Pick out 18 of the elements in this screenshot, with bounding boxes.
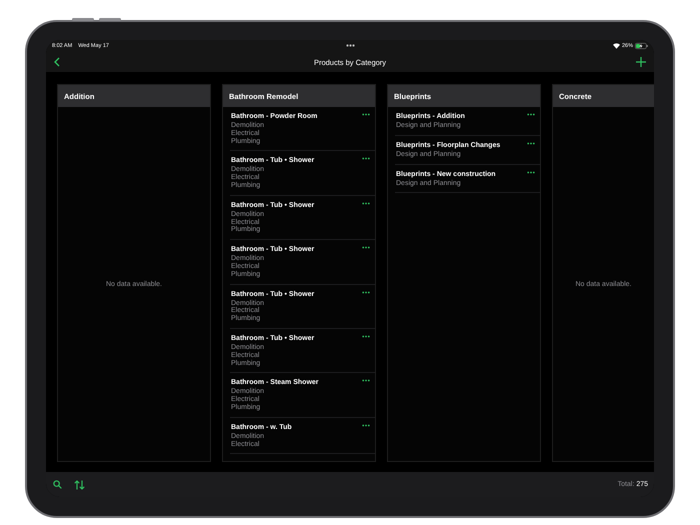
more-icon[interactable]: [362, 113, 370, 116]
add-icon[interactable]: [636, 57, 646, 67]
more-icon[interactable]: [362, 424, 370, 427]
more-icon[interactable]: [362, 334, 370, 338]
battery-icon: [635, 43, 648, 49]
more-icon[interactable]: [362, 202, 370, 205]
wifi-icon: [612, 43, 620, 49]
back-chevron-icon[interactable]: [54, 57, 60, 67]
more-icon[interactable]: [362, 246, 370, 250]
sort-arrows-icon[interactable]: [74, 480, 85, 490]
more-icon[interactable]: [527, 170, 535, 174]
multitasking-dots-icon[interactable]: [346, 44, 355, 47]
more-icon[interactable]: [362, 379, 370, 382]
search-icon[interactable]: [53, 480, 62, 489]
more-icon[interactable]: [527, 142, 535, 145]
more-icon[interactable]: [362, 290, 370, 294]
more-icon[interactable]: [362, 157, 370, 160]
more-icon[interactable]: [527, 113, 535, 116]
